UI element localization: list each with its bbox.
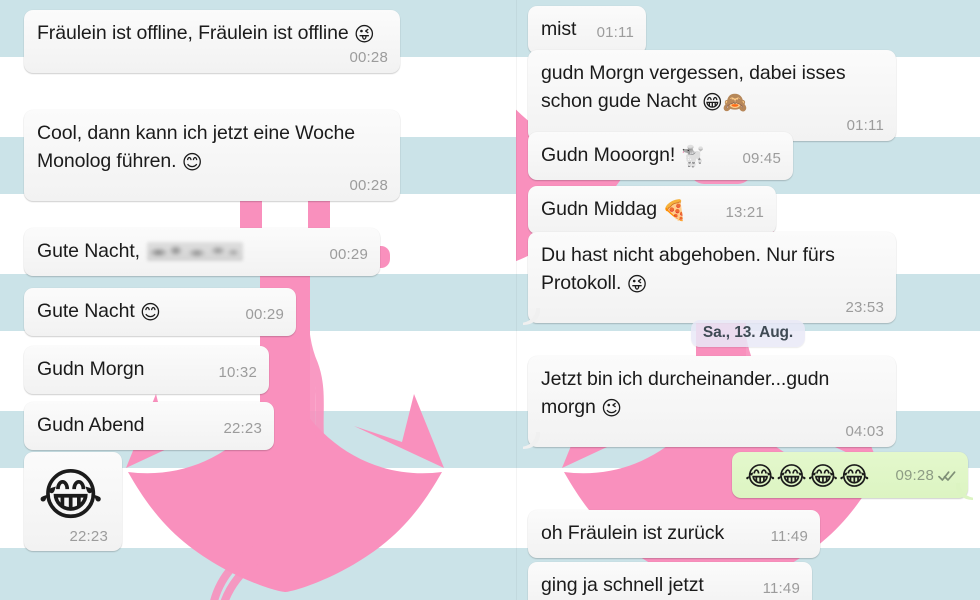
- emoji-beaming-face-see-no-evil-icon: 😁🙈: [701, 92, 748, 114]
- chat-bubble-incoming[interactable]: Fräulein ist offline, Fräulein ist offli…: [24, 10, 400, 73]
- chat-bubble-outgoing[interactable]: 😂😂😂😂 09:28: [732, 452, 968, 498]
- chat-bubble-incoming[interactable]: 11:49 oh Fräulein ist zurück: [528, 510, 820, 558]
- emoji-face-with-tears-of-joy-icon: 😂: [38, 463, 104, 526]
- message-timestamp: 22:23: [69, 528, 108, 545]
- message-row[interactable]: 😂😂😂😂 09:28: [732, 452, 968, 498]
- message-status: 09:28: [895, 462, 956, 490]
- message-row[interactable]: Du hast nicht abgehoben. Nur fürs Protok…: [519, 232, 896, 323]
- message-timestamp: 04:03: [845, 423, 884, 440]
- emoji-winking-face-with-tongue-icon: 😜: [353, 24, 375, 46]
- chat-screenshot-composite: Fräulein ist offline, Fräulein ist offli…: [0, 0, 980, 600]
- message-text: Fräulein ist offline, Fräulein ist offli…: [37, 22, 375, 46]
- message-row[interactable]: 00:29 Gute Nacht 😊: [24, 288, 296, 336]
- message-timestamp: 00:29: [329, 246, 368, 263]
- message-timestamp: 10:32: [218, 364, 257, 381]
- message-timestamp: 01:11: [846, 117, 884, 134]
- chat-bubble-incoming[interactable]: 00:29 Gute Nacht 😊: [24, 288, 296, 336]
- chat-bubble-incoming[interactable]: 10:32 Gudn Morgn: [24, 346, 269, 394]
- message-timestamp: 00:28: [349, 49, 388, 66]
- message-row[interactable]: Jetzt bin ich durcheinander...gudn morgn…: [519, 356, 896, 447]
- chat-bubble-incoming[interactable]: 13:21 Gudn Middag 🍕: [528, 186, 776, 234]
- message-text: 11:49 ging ja schnell jetzt: [541, 571, 800, 599]
- emoji-winking-face-with-tongue-icon: 😜: [626, 274, 648, 296]
- emoji-winking-face-icon: 😉: [601, 398, 622, 420]
- chat-panel-right: 01:11 mist gudn Morgn vergessen, dabei is…: [516, 0, 980, 600]
- message-timestamp: 22:23: [223, 420, 262, 437]
- redacted-name-blur: [147, 242, 244, 261]
- message-text: 00:29 Gute Nacht,: [37, 237, 368, 265]
- message-row[interactable]: 11:49 ging ja schnell jetzt: [528, 562, 812, 600]
- emoji-pizza-icon: 🍕: [662, 200, 688, 222]
- message-row[interactable]: 22:23 Gudn Abend: [24, 402, 274, 450]
- message-timestamp: 01:11: [596, 24, 634, 41]
- emoji-smiling-face-icon: 😊: [181, 152, 203, 174]
- message-row[interactable]: 10:32 Gudn Morgn: [24, 346, 269, 394]
- message-text: 01:11 mist: [541, 15, 634, 43]
- message-row[interactable]: 09:45 Gudn Mooorgn! 🐩: [528, 132, 793, 180]
- chat-bubble-incoming[interactable]: 09:45 Gudn Mooorgn! 🐩: [528, 132, 793, 180]
- chat-bubble-incoming[interactable]: Cool, dann kann ich jetzt eine Woche Mon…: [24, 110, 400, 201]
- chat-panel-left: Fräulein ist offline, Fräulein ist offli…: [0, 0, 516, 600]
- message-row[interactable]: gudn Morgn vergessen, dabei isses schon …: [528, 50, 896, 141]
- message-text: 10:32 Gudn Morgn: [37, 355, 257, 383]
- message-text: Cool, dann kann ich jetzt eine Woche Mon…: [37, 122, 361, 174]
- message-row[interactable]: Fräulein ist offline, Fräulein ist offli…: [24, 10, 400, 73]
- chat-bubble-incoming[interactable]: Du hast nicht abgehoben. Nur fürs Protok…: [519, 232, 896, 323]
- message-row[interactable]: 00:29 Gute Nacht,: [24, 228, 380, 276]
- chat-bubble-incoming[interactable]: 00:29 Gute Nacht,: [24, 228, 380, 276]
- message-row[interactable]: Cool, dann kann ich jetzt eine Woche Mon…: [24, 110, 400, 201]
- message-timestamp: 09:28: [895, 467, 934, 484]
- emoji-face-with-tears-of-joy-icon: 😂😂😂😂: [745, 461, 871, 491]
- message-text: 22:23 Gudn Abend: [37, 411, 262, 439]
- chat-bubble-incoming[interactable]: 11:49 ging ja schnell jetzt: [528, 562, 812, 600]
- message-row[interactable]: 😂 22:23: [24, 452, 122, 551]
- chat-bubble-incoming[interactable]: Jetzt bin ich durcheinander...gudn morgn…: [519, 356, 896, 447]
- emoji-smiling-face-icon: 😊: [139, 302, 161, 324]
- message-text: 😂😂😂😂 09:28: [745, 461, 956, 491]
- message-timestamp: 00:28: [349, 177, 388, 194]
- message-timestamp: 00:29: [245, 306, 284, 323]
- message-row[interactable]: 13:21 Gudn Middag 🍕: [528, 186, 776, 234]
- chat-bubble-incoming[interactable]: 22:23 Gudn Abend: [24, 402, 274, 450]
- message-timestamp: 09:45: [742, 150, 781, 167]
- message-list-right: 01:11 mist gudn Morgn vergessen, dabei is…: [516, 0, 980, 600]
- panel-seam-divider: [516, 0, 517, 600]
- message-timestamp: 11:49: [770, 528, 808, 545]
- chat-bubble-incoming-emoji[interactable]: 😂 22:23: [24, 452, 122, 551]
- message-row[interactable]: 01:11 mist: [528, 6, 646, 54]
- chat-bubble-incoming[interactable]: 01:11 mist: [528, 6, 646, 54]
- message-text: 11:49 oh Fräulein ist zurück: [541, 519, 808, 547]
- message-list-left: Fräulein ist offline, Fräulein ist offli…: [0, 0, 516, 600]
- message-timestamp: 23:53: [845, 299, 884, 316]
- emoji-poodle-icon: 🐩: [680, 146, 706, 168]
- message-text: 13:21 Gudn Middag 🍕: [541, 195, 764, 223]
- message-text: Jetzt bin ich durcheinander...gudn morgn…: [541, 368, 835, 420]
- chat-bubble-incoming[interactable]: gudn Morgn vergessen, dabei isses schon …: [528, 50, 896, 141]
- message-text: 09:45 Gudn Mooorgn! 🐩: [541, 141, 781, 169]
- message-text: Du hast nicht abgehoben. Nur fürs Protok…: [541, 244, 841, 296]
- message-timestamp: 11:49: [762, 580, 800, 597]
- message-text: 00:29 Gute Nacht 😊: [37, 297, 284, 325]
- message-text: gudn Morgn vergessen, dabei isses schon …: [541, 62, 851, 114]
- message-row[interactable]: 11:49 oh Fräulein ist zurück: [528, 510, 820, 558]
- date-divider: Sa., 13. Aug.: [516, 320, 980, 347]
- date-divider-label: Sa., 13. Aug.: [690, 320, 806, 347]
- double-check-icon: [938, 470, 956, 482]
- message-timestamp: 13:21: [725, 204, 764, 221]
